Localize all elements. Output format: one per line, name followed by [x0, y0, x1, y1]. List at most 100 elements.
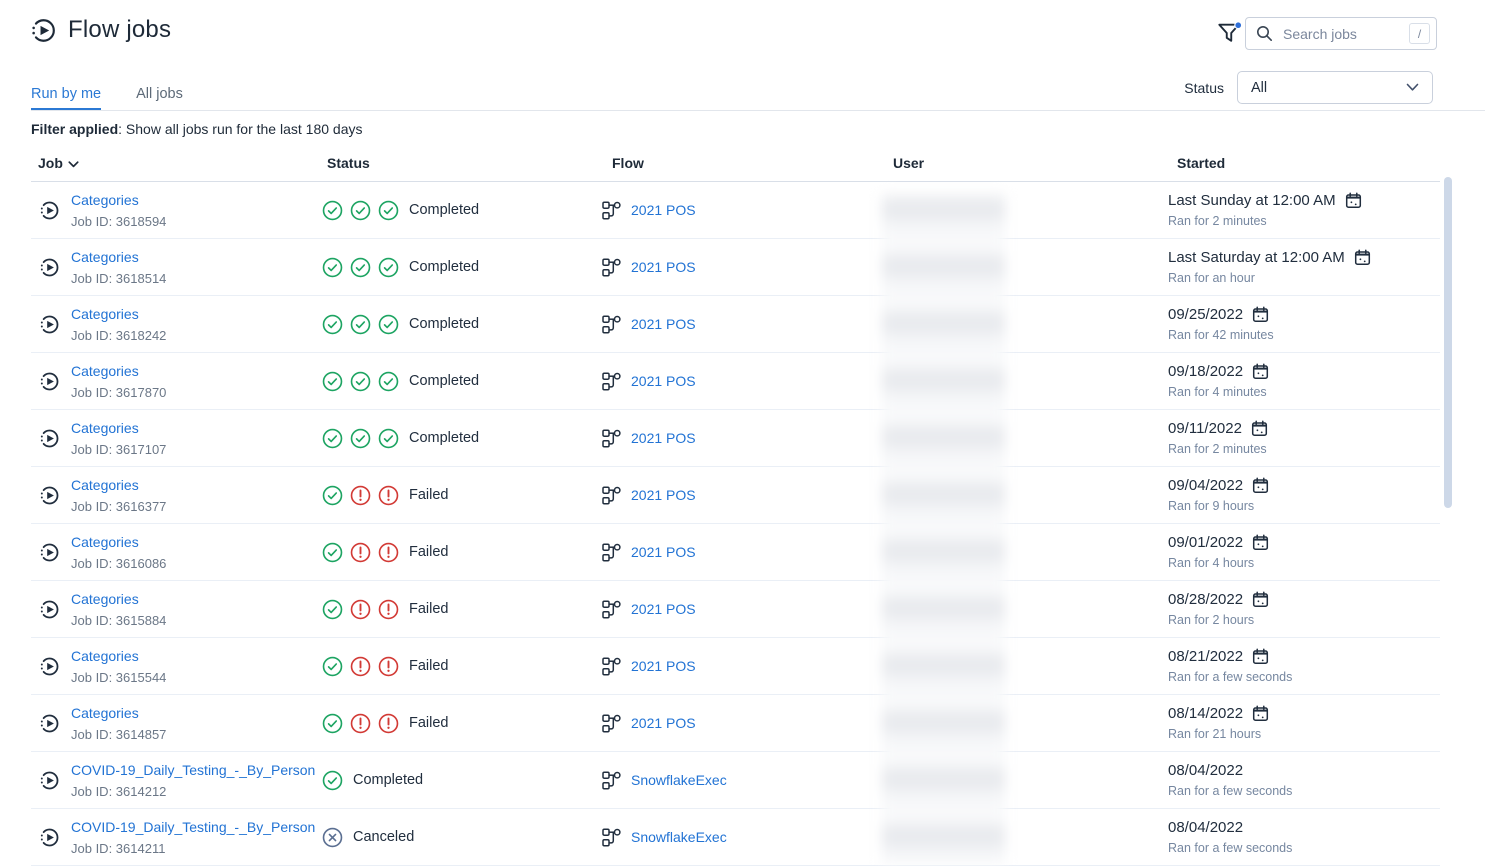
error-icon	[350, 485, 371, 506]
flow-icon	[602, 600, 621, 619]
status-filter-label: Status	[1184, 80, 1224, 96]
flow-run-icon	[39, 542, 60, 563]
status-icons	[322, 656, 399, 677]
flow-link[interactable]: 2021 POS	[631, 601, 696, 617]
success-icon	[350, 428, 371, 449]
scrollbar-thumb[interactable]	[1444, 177, 1452, 508]
flow-link[interactable]: 2021 POS	[631, 373, 696, 389]
job-id: Job ID: 3614857	[71, 727, 166, 742]
run-duration: Ran for 42 minutes	[1168, 328, 1274, 343]
status-label: Failed	[409, 715, 449, 731]
flow-link[interactable]: 2021 POS	[631, 658, 696, 674]
table-row: Categories Job ID: 3615884 Failed 2021 P…	[31, 581, 1440, 638]
job-name-link[interactable]: Categories	[71, 420, 139, 436]
error-icon	[378, 713, 399, 734]
flow-link[interactable]: 2021 POS	[631, 259, 696, 275]
status-label: Failed	[409, 601, 449, 617]
status-filter-value: All	[1251, 80, 1267, 96]
success-icon	[322, 485, 343, 506]
flow-run-icon	[39, 257, 60, 278]
status-label: Failed	[409, 658, 449, 674]
run-duration: Ran for 2 hours	[1168, 613, 1254, 628]
job-name-link[interactable]: Categories	[71, 591, 139, 607]
success-icon	[322, 770, 343, 791]
job-id: Job ID: 3616377	[71, 499, 166, 514]
job-name-link[interactable]: COVID-19_Daily_Testing_-_By_Person	[71, 762, 315, 778]
calendar-icon	[1252, 306, 1269, 323]
chevron-down-icon	[1406, 83, 1419, 92]
success-icon	[378, 257, 399, 278]
flow-run-icon	[39, 314, 60, 335]
job-id: Job ID: 3618594	[71, 214, 166, 229]
flow-link[interactable]: 2021 POS	[631, 316, 696, 332]
flow-link[interactable]: 2021 POS	[631, 544, 696, 560]
job-name-link[interactable]: Categories	[71, 249, 139, 265]
flow-run-icon	[39, 485, 60, 506]
run-duration: Ran for a few seconds	[1168, 784, 1292, 799]
status-icons	[322, 713, 399, 734]
run-duration: Ran for a few seconds	[1168, 841, 1292, 856]
search-shortcut-hint: /	[1409, 23, 1430, 44]
status-label: Failed	[409, 487, 449, 503]
column-header-job[interactable]: Job	[31, 150, 322, 181]
job-name-link[interactable]: Categories	[71, 648, 139, 664]
column-header-user: User	[885, 150, 1168, 181]
table-row: Categories Job ID: 3617870 Completed 202…	[31, 353, 1440, 410]
job-id: Job ID: 3614212	[71, 784, 315, 799]
status-label: Canceled	[353, 829, 414, 845]
job-name-link[interactable]: Categories	[71, 363, 139, 379]
status-icons	[322, 200, 399, 221]
filter-icon[interactable]	[1216, 20, 1242, 46]
started-date: Last Sunday at 12:00 AM	[1168, 192, 1336, 210]
started-date: 08/04/2022	[1168, 762, 1243, 780]
column-header-flow: Flow	[602, 150, 885, 181]
job-name-link[interactable]: COVID-19_Daily_Testing_-_By_Person	[71, 819, 315, 835]
tab-run-by-me[interactable]: Run by me	[31, 86, 101, 110]
status-filter-select[interactable]: All	[1237, 71, 1433, 104]
flow-run-icon	[39, 428, 60, 449]
calendar-icon	[1354, 249, 1371, 266]
started-date: 08/14/2022	[1168, 705, 1243, 723]
filter-applied-text: : Show all jobs run for the last 180 day…	[118, 121, 362, 137]
table-row: COVID-19_Daily_Testing_-_By_Person Job I…	[31, 809, 1440, 866]
flow-link[interactable]: 2021 POS	[631, 202, 696, 218]
run-duration: Ran for a few seconds	[1168, 670, 1292, 685]
calendar-icon	[1252, 648, 1269, 665]
status-icons	[322, 371, 399, 392]
calendar-icon	[1252, 591, 1269, 608]
flow-icon	[602, 372, 621, 391]
status-icons	[322, 827, 343, 848]
success-icon	[322, 314, 343, 335]
error-icon	[378, 542, 399, 563]
flow-run-icon	[39, 371, 60, 392]
started-date: 09/18/2022	[1168, 363, 1243, 381]
job-name-link[interactable]: Categories	[71, 534, 139, 550]
flow-icon	[602, 771, 621, 790]
flow-link[interactable]: SnowflakeExec	[631, 772, 727, 788]
job-id: Job ID: 3618514	[71, 271, 166, 286]
flow-link[interactable]: 2021 POS	[631, 715, 696, 731]
search-input[interactable]	[1281, 25, 1401, 43]
flow-run-icon	[39, 770, 60, 791]
run-duration: Ran for 4 hours	[1168, 556, 1254, 571]
status-label: Completed	[353, 772, 423, 788]
job-name-link[interactable]: Categories	[71, 705, 139, 721]
flow-run-icon	[39, 827, 60, 848]
flow-link[interactable]: SnowflakeExec	[631, 829, 727, 845]
job-id: Job ID: 3615544	[71, 670, 166, 685]
job-name-link[interactable]: Categories	[71, 192, 139, 208]
status-icons	[322, 257, 399, 278]
table-row: Categories Job ID: 3618514 Completed 202…	[31, 239, 1440, 296]
table-row: Categories Job ID: 3617107 Completed 202…	[31, 410, 1440, 467]
search-box[interactable]: /	[1245, 17, 1437, 50]
job-name-link[interactable]: Categories	[71, 477, 139, 493]
flow-link[interactable]: 2021 POS	[631, 487, 696, 503]
status-label: Failed	[409, 544, 449, 560]
flow-link[interactable]: 2021 POS	[631, 430, 696, 446]
status-icons	[322, 428, 399, 449]
flow-icon	[602, 657, 621, 676]
job-name-link[interactable]: Categories	[71, 306, 139, 322]
tab-all-jobs[interactable]: All jobs	[136, 86, 183, 110]
error-icon	[378, 485, 399, 506]
started-date: 08/28/2022	[1168, 591, 1243, 609]
